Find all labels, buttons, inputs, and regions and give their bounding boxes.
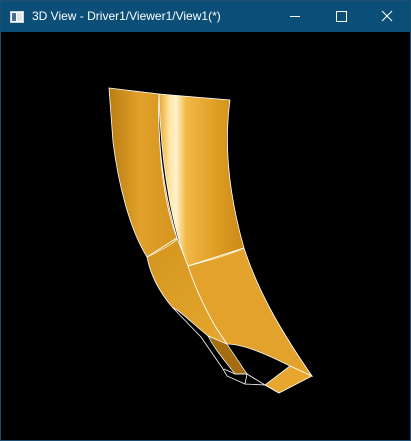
close-icon: [381, 10, 393, 22]
window-title: 3D View - Driver1/Viewer1/View1(*): [32, 9, 221, 23]
maximize-button[interactable]: [318, 1, 364, 32]
minimize-icon: [290, 16, 300, 17]
window-icon[interactable]: [10, 10, 24, 23]
title-bar[interactable]: 3D View - Driver1/Viewer1/View1(*): [1, 1, 410, 32]
maximize-icon: [336, 11, 347, 22]
3d-view-window: 3D View - Driver1/Viewer1/View1(*): [0, 0, 411, 441]
3d-viewport[interactable]: [1, 32, 410, 440]
minimize-button[interactable]: [272, 1, 318, 32]
3d-model[interactable]: [1, 32, 410, 440]
close-button[interactable]: [364, 1, 410, 32]
